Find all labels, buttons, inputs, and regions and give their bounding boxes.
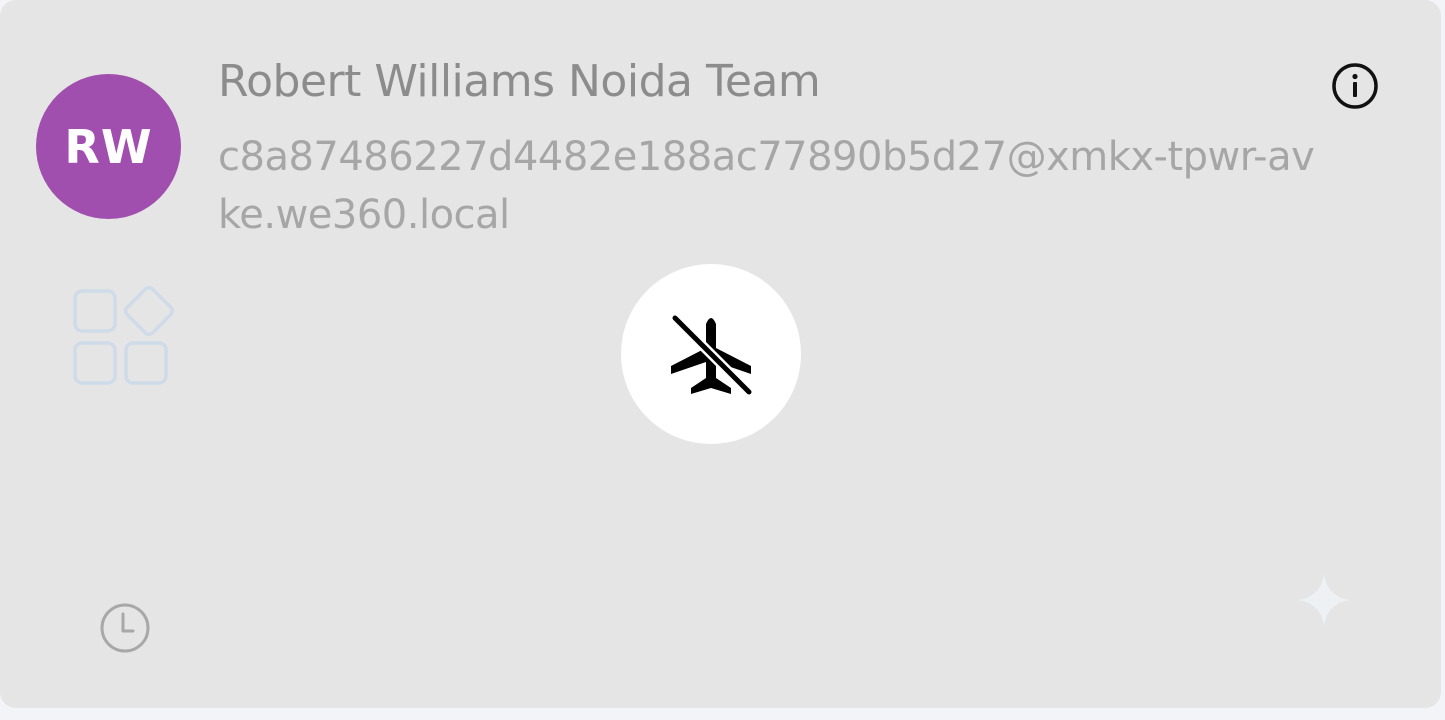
airplane-off-icon — [670, 313, 754, 397]
clock-icon[interactable] — [98, 601, 152, 655]
offline-status-badge — [621, 264, 801, 444]
user-name: Robert Williams Noida Team — [218, 56, 821, 107]
user-email: c8a87486227d4482e188ac77890b5d27@xmkx-tp… — [218, 134, 1315, 238]
sparkle-icon — [1296, 572, 1352, 628]
info-icon — [1332, 63, 1378, 109]
user-card[interactable]: RW Robert Williams Noida Team c8a8748622… — [0, 0, 1441, 708]
apps-icon — [72, 285, 175, 387]
avatar: RW — [36, 74, 181, 219]
info-button[interactable] — [1330, 61, 1380, 111]
avatar-initials: RW — [64, 119, 153, 174]
